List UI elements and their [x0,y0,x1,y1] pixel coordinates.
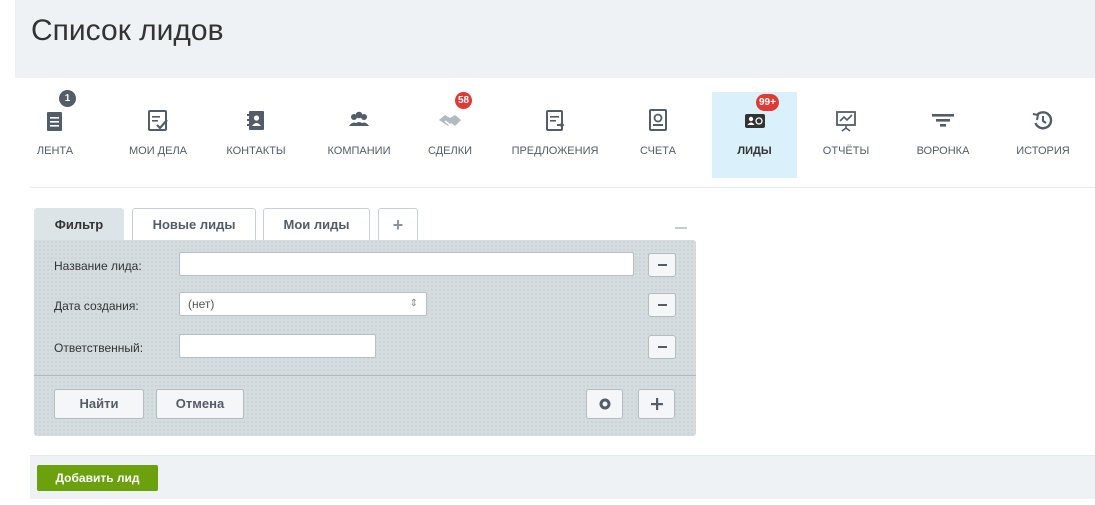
nav-item-label: ВОРОНКА [916,145,970,157]
nav-item-reports[interactable]: ОТЧЁТЫ [811,92,881,178]
nav-item-deals[interactable]: 58 СДЕЛКИ [415,92,485,178]
lead-name-label: Название лида: [54,259,142,273]
created-date-value: (нет) [188,297,215,311]
nav-item-label: ПРЕДЛОЖЕНИЯ [511,145,599,157]
gear-icon [599,398,610,410]
nav-item-funnel[interactable]: ВОРОНКА [903,92,983,178]
minus-icon [658,346,667,348]
nav-item-label: ИСТОРИЯ [1016,145,1070,157]
nav-item-contacts[interactable]: КОНТАКТЫ [211,92,301,178]
toolbar: Добавить лид [30,455,1095,499]
page-header: Список лидов [15,0,1095,78]
add-tab-button[interactable]: + [378,208,418,240]
add-field-button[interactable] [638,389,675,419]
tab-my-leads[interactable]: Мои лиды [263,208,370,240]
nav-item-feed[interactable]: 1 ЛЕНТА [15,90,95,178]
deals-badge: 58 [455,92,473,109]
settings-button[interactable] [586,389,623,419]
nav-item-offers[interactable]: ПРЕДЛОЖЕНИЯ [502,92,608,178]
responsible-input[interactable] [179,334,376,358]
leads-badge: 99+ [756,94,779,111]
crm-nav: 1 ЛЕНТА МОИ ДЕЛА КОНТАКТЫ КОМПАНИИ 58 СД… [15,90,1095,180]
divider [30,187,1095,188]
cancel-button[interactable]: Отмена [156,389,244,419]
tab-filter[interactable]: Фильтр [34,208,124,242]
nav-item-leads[interactable]: 99+ ЛИДЫ [712,92,797,178]
panel-divider [34,375,696,376]
minus-icon [658,264,667,266]
reports-icon [836,111,856,132]
nav-item-label: ОТЧЁТЫ [822,145,870,157]
feed-badge: 1 [59,90,76,107]
remove-field-button[interactable] [648,335,676,359]
remove-field-button[interactable] [648,293,676,317]
tab-new-leads[interactable]: Новые лиды [132,208,256,240]
nav-item-label: КОНТАКТЫ [226,145,286,157]
created-date-select[interactable]: (нет) ⇕ [179,292,427,316]
nav-item-label: СДЕЛКИ [427,145,473,157]
add-lead-button[interactable]: Добавить лид [37,465,158,491]
filter-panel: Название лида: Дата создания: (нет) ⇕ От… [34,240,696,436]
nav-item-label: МОИ ДЕЛА [128,145,188,157]
deals-icon [439,115,461,126]
nav-item-tasks[interactable]: МОИ ДЕЛА [115,92,201,178]
page-title: Список лидов [31,14,224,47]
nav-item-label: СЧЕТА [640,145,676,157]
nav-item-label: ЛИДЫ [737,145,772,157]
nav-item-invoices[interactable]: СЧЕТА [623,92,693,178]
responsible-label: Ответственный: [54,341,144,355]
find-button[interactable]: Найти [54,389,144,419]
funnel-icon [932,114,954,127]
remove-field-button[interactable] [648,253,676,277]
plus-icon [650,398,663,410]
history-icon [1032,111,1053,130]
companies-icon [349,111,369,126]
nav-item-label: ЛЕНТА [36,145,74,157]
nav-item-label: КОМПАНИИ [327,145,391,157]
offers-icon [546,110,565,131]
nav-item-history[interactable]: ИСТОРИЯ [1003,92,1083,178]
contacts-icon [247,111,264,130]
minus-icon [658,304,667,306]
nav-item-companies[interactable]: КОМПАНИИ [313,92,405,178]
tasks-icon [148,110,168,131]
feed-icon [47,112,62,131]
filter-collapse-button[interactable] [675,227,687,229]
invoices-icon [649,109,667,131]
select-arrow-icon: ⇕ [409,298,418,309]
created-date-label: Дата создания: [54,299,139,313]
lead-name-input[interactable] [179,252,634,276]
